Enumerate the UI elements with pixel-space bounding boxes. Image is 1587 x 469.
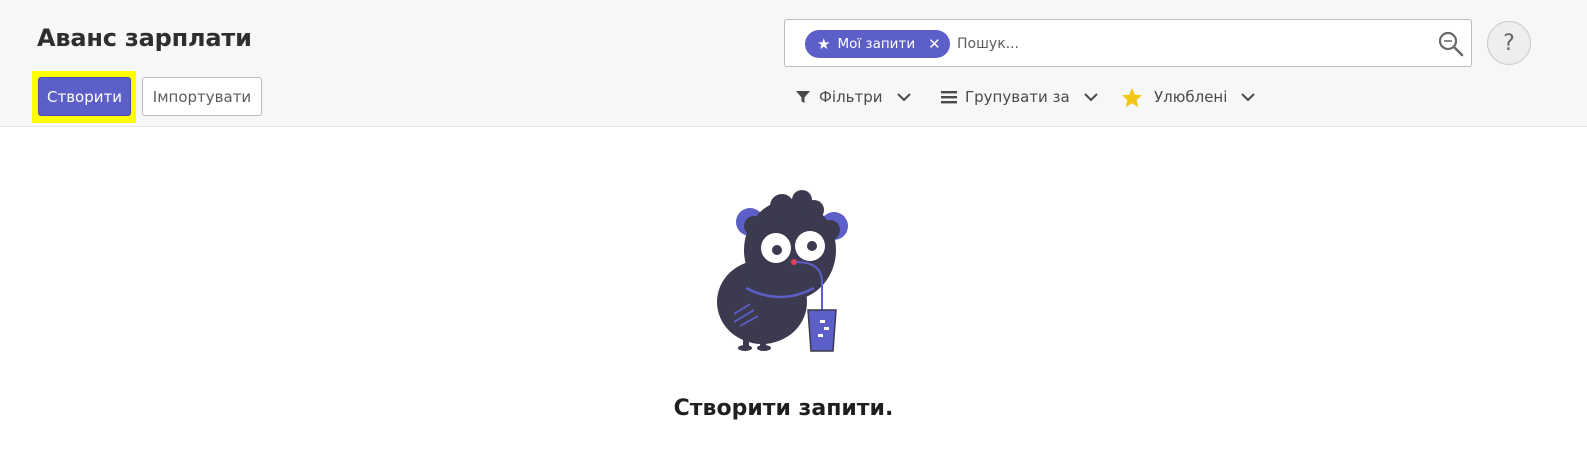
- filter-icon: [795, 89, 811, 105]
- empty-state-title: Створити запити.: [673, 396, 894, 421]
- mascot-illustration: [710, 186, 860, 356]
- filters-dropdown[interactable]: Фільтри: [795, 84, 911, 110]
- chevron-down-icon: [1241, 92, 1256, 102]
- group-by-dropdown[interactable]: Групувати за: [941, 84, 1098, 110]
- create-button[interactable]: Створити: [38, 77, 131, 116]
- help-button[interactable]: ?: [1487, 21, 1531, 65]
- group-by-label: Групувати за: [965, 88, 1070, 106]
- control-panel: Аванс зарплати Створити Імпортувати ★ Мо…: [0, 0, 1587, 127]
- close-icon[interactable]: ✕: [928, 35, 941, 53]
- favorites-dropdown[interactable]: Улюблені: [1121, 84, 1256, 110]
- star-icon: ★: [817, 35, 831, 53]
- search-icon[interactable]: [1437, 30, 1465, 58]
- search-box: ★ Мої запити ✕: [784, 19, 1472, 67]
- chevron-down-icon: [896, 92, 911, 102]
- page-title: Аванс зарплати: [37, 24, 252, 52]
- filters-label: Фільтри: [819, 88, 883, 106]
- favorites-label: Улюблені: [1154, 88, 1228, 106]
- facet-label: Мої запити: [837, 36, 916, 52]
- list-icon: [941, 89, 957, 105]
- star-icon: [1121, 87, 1143, 108]
- chevron-down-icon: [1083, 92, 1098, 102]
- search-facet-my-requests[interactable]: ★ Мої запити ✕: [805, 30, 950, 58]
- import-button[interactable]: Імпортувати: [142, 77, 262, 116]
- search-input[interactable]: [957, 32, 1417, 56]
